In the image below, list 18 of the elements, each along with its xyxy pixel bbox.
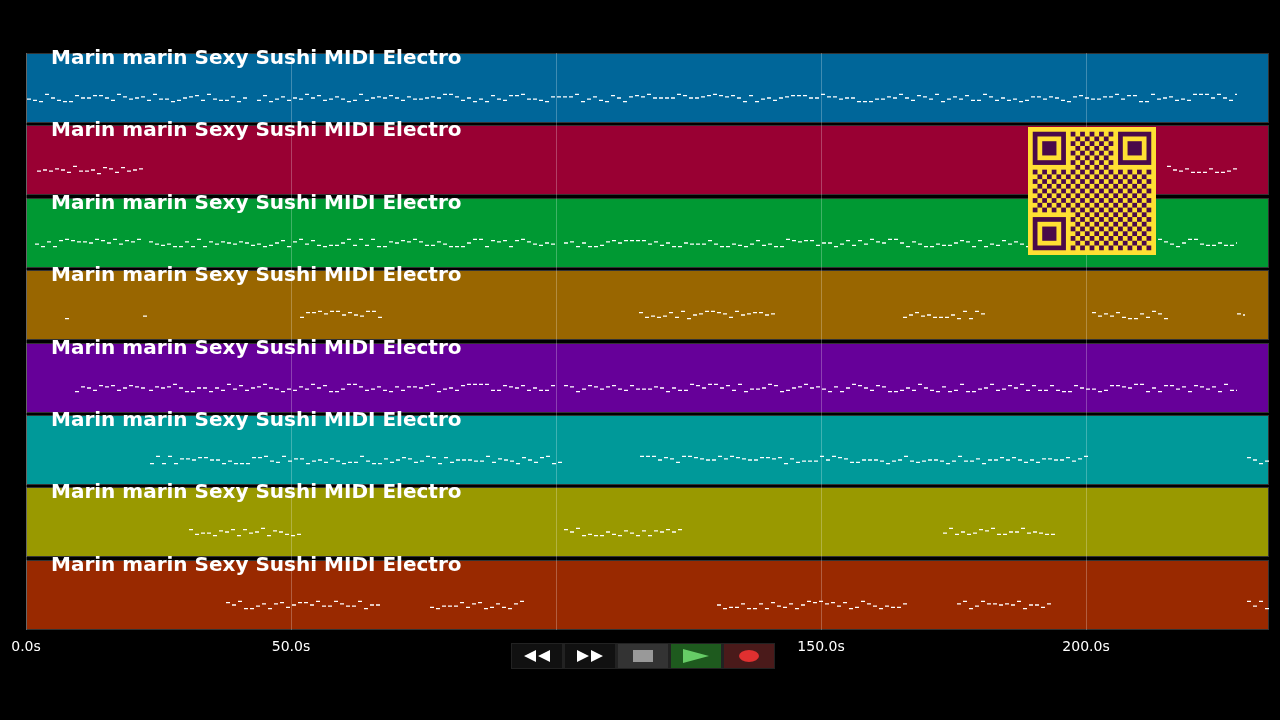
track-title: Marin marin Sexy Sushi MIDI Electro — [51, 45, 462, 69]
axis-tick-label: 200.0s — [1062, 637, 1110, 654]
axis-tick-label: 0.0s — [11, 637, 41, 654]
axis-tick-label: 50.0s — [271, 637, 311, 654]
rewind-button[interactable] — [512, 643, 562, 668]
track-title: Marin marin Sexy Sushi MIDI Electro — [51, 117, 462, 142]
record-button[interactable] — [724, 643, 774, 668]
track-title: Marin marin Sexy Sushi MIDI Electro — [51, 262, 462, 287]
record-icon — [739, 649, 759, 662]
stop-icon — [633, 649, 653, 662]
axis-tick-label: 150.0s — [797, 637, 845, 654]
forward-button[interactable] — [565, 643, 615, 668]
stop-button[interactable] — [618, 643, 668, 668]
track-title: Marin marin Sexy Sushi MIDI Electro — [51, 479, 462, 504]
play-button[interactable] — [671, 643, 721, 668]
fast-forward-icon — [577, 649, 603, 662]
play-icon — [683, 648, 709, 663]
rewind-icon — [524, 649, 550, 662]
